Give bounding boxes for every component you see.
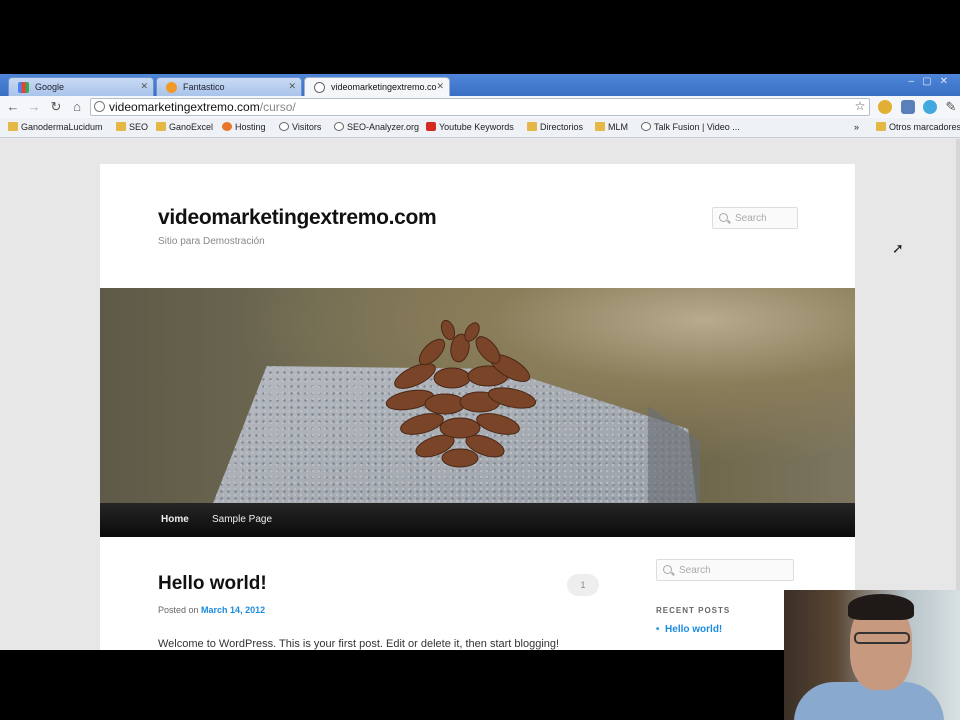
extension-skype-icon[interactable] bbox=[923, 100, 937, 114]
globe-icon bbox=[334, 122, 344, 131]
header-search-input[interactable]: Search bbox=[712, 207, 798, 229]
globe-icon bbox=[641, 122, 651, 131]
search-placeholder: Search bbox=[679, 565, 711, 576]
close-icon[interactable]: ✕ bbox=[288, 81, 296, 92]
tab-strip: Google ✕ Fantastico ✕ videomarketingextr… bbox=[0, 74, 960, 96]
close-icon[interactable]: ✕ bbox=[436, 81, 444, 92]
address-host: videomarketingextremo.com bbox=[109, 100, 260, 114]
wrench-icon[interactable]: ✎ bbox=[943, 99, 959, 115]
presenter-glasses bbox=[854, 632, 910, 644]
bookmarks-bar: GanodermaLucidum SEO GanoExcel Hosting V… bbox=[0, 118, 960, 138]
extension-sun-icon[interactable] bbox=[878, 100, 892, 114]
bookmark-label: Visitors bbox=[292, 122, 322, 132]
address-path: /curso/ bbox=[259, 100, 296, 114]
extension-person-icon[interactable] bbox=[901, 100, 915, 114]
comment-count-bubble[interactable]: 1 bbox=[567, 574, 599, 596]
main-menu: Home Sample Page bbox=[100, 503, 855, 537]
posted-on-label: Posted on bbox=[158, 605, 199, 615]
presenter-hair bbox=[848, 594, 914, 620]
post-date-link[interactable]: March 14, 2012 bbox=[201, 605, 265, 615]
folder-icon bbox=[8, 122, 18, 131]
folder-icon bbox=[156, 122, 166, 131]
globe-icon bbox=[94, 101, 105, 112]
bookmark-label: SEO-Analyzer.org bbox=[347, 122, 420, 132]
bookmark-label: Hosting bbox=[235, 122, 266, 132]
bookmark-mlm[interactable]: MLM bbox=[595, 122, 628, 132]
tab-label: videomarketingextremo.co bbox=[331, 82, 437, 92]
bookmark-hosting[interactable]: Hosting bbox=[222, 122, 266, 132]
search-icon bbox=[663, 565, 672, 574]
page-viewport: videomarketingextremo.com Sitio para Dem… bbox=[0, 139, 960, 650]
recent-post-link[interactable]: Hello world! bbox=[656, 624, 722, 635]
search-icon bbox=[719, 213, 728, 222]
screen: Google ✕ Fantastico ✕ videomarketingextr… bbox=[0, 74, 960, 650]
header-image-pinecone[interactable] bbox=[100, 288, 855, 503]
bookmarks-overflow-button[interactable]: » bbox=[854, 122, 859, 132]
tab-fantastico[interactable]: Fantastico ✕ bbox=[156, 77, 302, 96]
bookmark-directorios[interactable]: Directorios bbox=[527, 122, 583, 132]
menu-item-sample-page[interactable]: Sample Page bbox=[212, 514, 272, 525]
forward-arrow-icon[interactable]: → bbox=[26, 99, 42, 115]
folder-icon bbox=[876, 122, 886, 131]
bookmark-label: Talk Fusion | Video ... bbox=[654, 122, 740, 132]
mouse-cursor-icon: ➚ bbox=[892, 240, 904, 256]
home-icon[interactable]: ⌂ bbox=[69, 99, 85, 115]
bookmark-label: GanodermaLucidum bbox=[21, 122, 103, 132]
wordpress-page: videomarketingextremo.com Sitio para Dem… bbox=[100, 164, 855, 650]
bookmark-talk-fusion[interactable]: Talk Fusion | Video ... bbox=[641, 122, 740, 132]
youtube-icon bbox=[426, 122, 436, 131]
window-controls[interactable]: –▢✕ bbox=[909, 76, 956, 87]
google-favicon-icon bbox=[18, 82, 29, 93]
address-bar[interactable]: videomarketingextremo.com/curso/ bbox=[90, 98, 870, 116]
pinecone-icon bbox=[385, 319, 537, 468]
back-arrow-icon[interactable]: ← bbox=[5, 99, 21, 115]
fantastico-favicon-icon bbox=[166, 82, 177, 93]
scrollbar[interactable] bbox=[956, 139, 960, 650]
site-description: Sitio para Demostración bbox=[158, 236, 265, 247]
close-icon[interactable]: ✕ bbox=[140, 81, 148, 92]
recent-posts-heading: RECENT POSTS bbox=[656, 606, 731, 615]
folder-icon bbox=[116, 122, 126, 131]
bookmark-seo-analyzer[interactable]: SEO-Analyzer.org bbox=[334, 122, 419, 132]
post-excerpt: Welcome to WordPress. This is your first… bbox=[158, 638, 560, 650]
menu-item-home[interactable]: Home bbox=[161, 514, 189, 525]
bookmark-label: Otros marcadores bbox=[889, 122, 960, 132]
bookmark-label: GanoExcel bbox=[169, 122, 214, 132]
search-placeholder: Search bbox=[735, 213, 767, 224]
tab-google[interactable]: Google ✕ bbox=[8, 77, 154, 96]
sidebar-search-input[interactable]: Search bbox=[656, 559, 794, 581]
bookmark-ganodermalucidum[interactable]: GanodermaLucidum bbox=[8, 122, 103, 132]
reload-icon[interactable]: ↻ bbox=[48, 99, 64, 115]
bookmark-visitors[interactable]: Visitors bbox=[279, 122, 321, 132]
bookmark-label: Directorios bbox=[540, 122, 584, 132]
browser-toolbar: ← → ↻ ⌂ videomarketingextremo.com/curso/… bbox=[0, 96, 960, 118]
site-title[interactable]: videomarketingextremo.com bbox=[158, 206, 437, 230]
post-meta: Posted on March 14, 2012 bbox=[158, 605, 265, 615]
bookmark-label: MLM bbox=[608, 122, 628, 132]
tab-videomarketingextremo[interactable]: videomarketingextremo.co ✕ bbox=[304, 77, 450, 96]
webcam-overlay bbox=[784, 590, 960, 720]
hosting-icon bbox=[222, 122, 232, 131]
bookmark-seo[interactable]: SEO bbox=[116, 122, 148, 132]
bookmark-star-icon[interactable]: ☆ bbox=[852, 98, 868, 114]
bookmark-label: SEO bbox=[129, 122, 149, 132]
post-title[interactable]: Hello world! bbox=[158, 573, 267, 595]
globe-favicon-icon bbox=[314, 82, 325, 93]
bookmark-youtube-keywords[interactable]: Youtube Keywords bbox=[426, 122, 514, 132]
bookmark-otros-marcadores[interactable]: Otros marcadores bbox=[876, 122, 960, 132]
globe-icon bbox=[279, 122, 289, 131]
folder-icon bbox=[527, 122, 537, 131]
bookmark-label: Youtube Keywords bbox=[439, 122, 514, 132]
tab-label: Fantastico bbox=[183, 82, 225, 92]
folder-icon bbox=[595, 122, 605, 131]
bookmark-ganoexcel[interactable]: GanoExcel bbox=[156, 122, 213, 132]
tab-label: Google bbox=[35, 82, 65, 92]
